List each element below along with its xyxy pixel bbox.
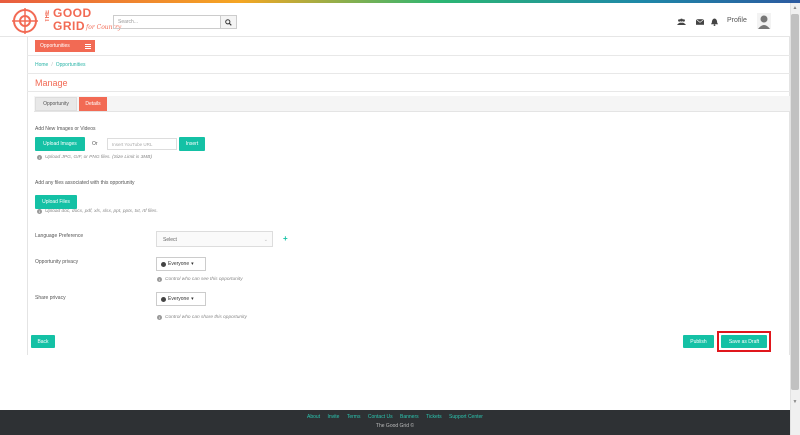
opportunity-privacy-hint: i Control who can see this opportunity [157,277,243,282]
files-section-label: Add any files associated with this oppor… [35,180,135,186]
opportunities-menu-label: Opportunities [40,43,70,49]
globe-icon [161,296,166,302]
footer-link-contact-us[interactable]: Contact Us [368,414,393,420]
info-icon: i [157,277,162,282]
breadcrumb-home[interactable]: Home [35,62,48,68]
or-label: Or [92,141,98,147]
youtube-url-input[interactable]: Insert YouTube URL [107,138,177,150]
upload-files-button[interactable]: Upload Files [35,195,77,209]
tab-details[interactable]: Details [79,97,107,111]
users-icon[interactable] [677,17,686,26]
scroll-up-arrow-icon[interactable]: ▲ [791,4,799,12]
footer-link-invite[interactable]: Invite [328,414,340,420]
opportunity-privacy-value: Everyone [168,261,190,267]
logo-text-the: THE [45,10,51,22]
search-button[interactable] [220,15,237,29]
back-button[interactable]: Back [31,335,55,348]
chevron-down-icon: ▾ [191,261,194,267]
divider [27,73,790,74]
footer-link-about[interactable]: About [307,414,320,420]
scroll-down-arrow-icon[interactable]: ▼ [791,398,799,406]
user-avatar-icon [757,13,771,29]
media-hint: i Upload JPG, GIF, or PNG files. (Size Li… [37,155,152,160]
avatar[interactable] [757,13,771,29]
opportunities-menu-button[interactable]: Opportunities [35,40,95,52]
tab-bar [34,96,790,112]
opportunity-privacy-hint-text: Control who can see this opportunity [165,277,243,282]
insert-button[interactable]: Insert [179,137,205,151]
language-preference-label: Language Preference [35,233,84,239]
publish-button[interactable]: Publish [683,335,714,348]
media-hint-text: Upload JPG, GIF, or PNG files. (Size Lim… [45,155,153,160]
info-icon: i [157,315,162,320]
tab-opportunity[interactable]: Opportunity [35,97,77,111]
opportunity-privacy-label: Opportunity privacy [35,259,79,265]
top-header: THE GOOD GRID for Country Search... Prof… [0,3,790,37]
mail-icon[interactable] [695,17,704,26]
share-privacy-dropdown[interactable]: Everyone ▾ [156,292,206,306]
share-privacy-label: Share privacy [35,295,66,301]
language-select-value: Select [163,237,177,243]
divider [27,91,790,92]
share-privacy-hint: i Control who can share this opportunity [157,315,247,320]
logo-text-grid: GRID [53,19,85,33]
divider [27,55,790,56]
logo-text-good: GOOD [53,6,92,20]
scrollbar-thumb[interactable] [791,14,799,390]
footer-link-banners[interactable]: Banners [400,414,419,420]
share-privacy-hint-text: Control who can share this opportunity [165,315,247,320]
footer-link-terms[interactable]: Terms [347,414,361,420]
footer-copyright: The Good Grid © [375,423,415,429]
chevron-down-icon: ▾ [191,296,194,302]
bell-icon[interactable] [710,17,719,26]
footer-link-support-center[interactable]: Support Center [449,414,483,420]
profile-link[interactable]: Profile [727,17,747,24]
footer-links: About Invite Terms Contact Us Banners Ti… [0,414,790,420]
main-content-panel [27,37,790,355]
breadcrumb-separator: / [51,62,53,68]
globe-icon [161,261,166,267]
info-icon: i [37,209,42,214]
share-privacy-value: Everyone [168,296,190,302]
hamburger-menu-icon [85,44,91,49]
media-section-label: Add New Images or Videos [35,126,96,132]
breadcrumb: Home / Opportunities [35,62,85,68]
page-title: Manage [35,78,68,88]
files-hint-text: Upload doc, docx, pdf, xls, xlsx, ppt, p… [45,209,158,214]
upload-images-button[interactable]: Upload Images [35,137,85,151]
language-select[interactable]: Select ⌄ [156,231,273,247]
add-language-plus-icon[interactable]: + [283,234,288,243]
chevron-down-icon: ⌄ [263,237,268,243]
files-hint: i Upload doc, docx, pdf, xls, xlsx, ppt, … [37,209,158,214]
breadcrumb-current[interactable]: Opportunities [56,62,86,68]
info-icon: i [37,155,42,160]
opportunity-privacy-dropdown[interactable]: Everyone ▾ [156,257,206,271]
save-as-draft-button[interactable]: Save as Draft [721,335,767,348]
search-input[interactable]: Search... [113,15,220,29]
footer-link-tickets[interactable]: Tickets [426,414,442,420]
search-icon [225,18,232,26]
